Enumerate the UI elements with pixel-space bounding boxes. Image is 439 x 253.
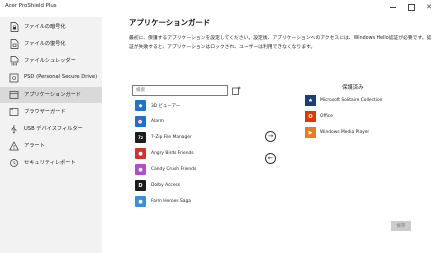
app-solitaire-icon: ♠ xyxy=(305,95,316,106)
drive-icon xyxy=(9,73,19,83)
sidebar-item-label: ファイルシュレッダー xyxy=(24,58,76,64)
warning-icon xyxy=(9,141,19,151)
sidebar-item-label: ファイルの復号化 xyxy=(24,41,66,47)
app-office-icon: O xyxy=(305,111,316,122)
app-7zip-icon: 7z xyxy=(135,132,146,143)
app-name: Angry Birds Friends xyxy=(151,151,194,156)
app-media-player-icon: ▶ xyxy=(305,127,316,138)
app-name: Alarm xyxy=(151,119,164,124)
browser-guard-icon xyxy=(9,107,19,117)
app-name: Microsoft Solitaire Collection xyxy=(320,98,383,103)
add-to-protected-button[interactable]: → xyxy=(265,131,276,142)
app-3d-viewer-icon: ◆ xyxy=(135,100,146,111)
remove-from-protected-button[interactable]: ← xyxy=(265,153,276,164)
sidebar-item-file-shredder[interactable]: ファイルシュレッダー xyxy=(0,53,102,69)
sidebar-item-label: アプリケーションガード xyxy=(24,92,81,98)
arrow-right-icon: → xyxy=(267,132,274,141)
arrow-left-icon: ← xyxy=(267,154,274,163)
list-item[interactable]: ◆ 3D ビューアー xyxy=(132,98,228,114)
sidebar-item-label: セキュリティレポート xyxy=(24,160,76,166)
add-app-icon xyxy=(231,86,240,95)
app-window: Acer ProShield Plus ✕ ファイルの暗号化 ファイルの復号化 … xyxy=(0,0,439,253)
sidebar-item-psd[interactable]: PSD (Personal Secure Drive) xyxy=(0,70,102,86)
app-name: Office xyxy=(320,114,333,119)
list-item[interactable]: ● Farm Heroes Saga xyxy=(132,194,228,210)
app-angry-birds-icon: ● xyxy=(135,148,146,159)
app-name: Farm Heroes Saga xyxy=(151,199,191,204)
app-title: Acer ProShield Plus xyxy=(5,3,57,9)
app-candy-crush-icon: ● xyxy=(135,164,146,175)
sidebar-item-label: ブラウザーガード xyxy=(24,109,66,115)
sidebar-item-label: USB デバイスフィルター xyxy=(24,126,83,132)
list-item[interactable]: 7z 7-Zip File Manager xyxy=(132,130,228,146)
page-title: アプリケーションガード xyxy=(129,18,211,27)
list-item[interactable]: ⏰ Alarm xyxy=(132,114,228,130)
sidebar-item-label: PSD (Personal Secure Drive) xyxy=(24,74,98,80)
add-app-button[interactable] xyxy=(231,85,241,95)
app-alarm-icon: ⏰ xyxy=(135,116,146,127)
sidebar-item-alert[interactable]: アラート xyxy=(0,138,102,154)
page-description: 最初に、保護するアプリケーションを設定してください。設定後、アプリケーションへの… xyxy=(129,36,432,50)
app-guard-icon xyxy=(9,90,19,100)
list-item[interactable]: ● Candy Crush Friends xyxy=(132,162,228,178)
sidebar-item-file-decrypt[interactable]: ファイルの復号化 xyxy=(0,36,102,52)
list-item[interactable]: D Dolby Access xyxy=(132,178,228,194)
sidebar-item-label: ファイルの暗号化 xyxy=(24,24,66,30)
sidebar-item-browser-guard[interactable]: ブラウザーガード xyxy=(0,104,102,120)
file-lock-icon xyxy=(9,22,19,32)
usb-icon xyxy=(9,124,19,134)
list-item[interactable]: ♠ Microsoft Solitaire Collection xyxy=(302,93,398,109)
app-name: 7-Zip File Manager xyxy=(151,135,192,140)
app-name: Candy Crush Friends xyxy=(151,167,197,172)
main-content: アプリケーションガード 最初に、保護するアプリケーションを設定してください。設定… xyxy=(102,0,439,253)
app-name: Dolby Access xyxy=(151,183,181,188)
report-icon xyxy=(9,158,19,168)
sidebar: ファイルの暗号化 ファイルの復号化 ファイルシュレッダー PSD (Person… xyxy=(0,17,102,253)
app-farm-heroes-icon: ● xyxy=(135,196,146,207)
protected-list-title: 保護済み xyxy=(342,85,364,91)
sidebar-item-usb-filter[interactable]: USB デバイスフィルター xyxy=(0,121,102,137)
sidebar-item-app-guard[interactable]: アプリケーションガード xyxy=(0,87,102,103)
file-unlock-icon xyxy=(9,39,19,49)
search-input[interactable] xyxy=(132,85,228,96)
app-dolby-icon: D xyxy=(135,180,146,191)
list-item[interactable]: O Office xyxy=(302,109,398,125)
available-apps-list: ◆ 3D ビューアー ⏰ Alarm 7z 7-Zip File Manager… xyxy=(132,98,228,216)
file-shredder-icon xyxy=(9,56,19,66)
app-name: Windows Media Player xyxy=(320,130,370,135)
save-button[interactable]: 保存 xyxy=(391,221,411,231)
list-item[interactable]: ▶ Windows Media Player xyxy=(302,125,398,141)
sidebar-item-security-report[interactable]: セキュリティレポート xyxy=(0,155,102,171)
sidebar-item-file-encrypt[interactable]: ファイルの暗号化 xyxy=(0,19,102,35)
app-name: 3D ビューアー xyxy=(151,104,181,109)
list-item[interactable]: ● Angry Birds Friends xyxy=(132,146,228,162)
sidebar-item-label: アラート xyxy=(24,143,45,149)
